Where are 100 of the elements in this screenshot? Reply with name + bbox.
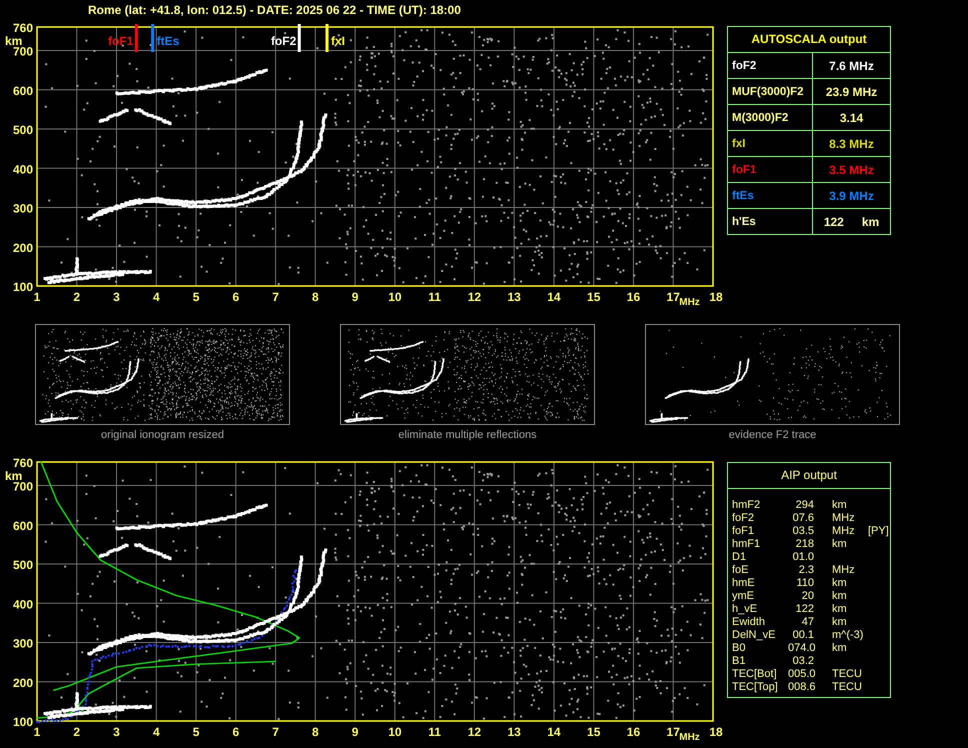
x-axis-unit: MHz [679, 732, 700, 742]
parameter-name: foF2 [732, 60, 756, 72]
x-tick-label: 6 [232, 725, 240, 739]
y-tick-label: 400 [12, 597, 33, 612]
y-tick-label: 760 [12, 21, 33, 35]
x-tick-label: 4 [152, 725, 160, 739]
parameter-name: B1 [732, 655, 746, 668]
parameter-unit: MHz [831, 512, 856, 525]
y-tick-label: 100 [12, 280, 33, 294]
x-tick-label: 11 [428, 290, 441, 304]
parameter-value: 07.6 [792, 512, 814, 525]
parameter-value: 01.0 [792, 551, 814, 564]
parameter-value: 23.9 MHz [826, 84, 878, 98]
parameter-value: 2.3 [798, 564, 814, 577]
marker-label: fxI [331, 34, 346, 48]
x-tick-label: 13 [508, 290, 521, 304]
parameter-value: 03.2 [792, 655, 814, 668]
parameter-name: TEC[Top] [732, 681, 779, 694]
parameter-name: hmF1 [732, 538, 762, 551]
x-tick-label: 9 [352, 725, 358, 739]
x-tick-label: 2 [73, 290, 80, 304]
parameter-name: ymE [732, 590, 755, 603]
x-tick-label: 10 [388, 725, 402, 739]
x-tick-label: 6 [232, 290, 240, 304]
parameter-name: MUF(3000)F2 [732, 86, 804, 98]
x-tick-label: 14 [547, 290, 561, 304]
x-tick-label: 7 [272, 725, 279, 739]
parameter-value: 7.6 MHz [829, 58, 874, 72]
parameter-name: ftEs [732, 190, 754, 202]
parameter-name: DelN_vE [732, 629, 776, 642]
x-tick-label: 12 [468, 725, 482, 739]
parameter-value: 294 [794, 499, 814, 512]
y-tick-label: 100 [12, 715, 33, 729]
marker-label: foF1 [108, 34, 134, 48]
parameter-unit: MHz [831, 564, 856, 577]
parameter-value: 8.3 MHz [829, 136, 874, 150]
x-axis-unit: MHz [679, 297, 700, 307]
parameter-unit: km [831, 538, 848, 551]
parameter-value: 110 [795, 577, 814, 590]
parameter-name: hmF2 [732, 499, 762, 512]
y-tick-label: 600 [12, 518, 33, 533]
parameter-name: h'Es [732, 216, 756, 228]
x-tick-label: 5 [192, 725, 200, 739]
x-tick-label: 3 [113, 290, 120, 304]
x-tick-label: 8 [312, 290, 319, 304]
parameter-name: B0 [732, 642, 746, 655]
parameter-unit: TECU [831, 681, 863, 694]
parameter-value: 008.6 [788, 681, 814, 694]
parameter-unit: km [831, 616, 848, 629]
marker-label: ftEs [156, 34, 180, 48]
x-tick-label: 18 [709, 725, 723, 739]
x-tick-label: 8 [312, 725, 319, 739]
parameter-unit: km [831, 577, 848, 590]
parameter-name: TEC[Bot] [732, 668, 778, 681]
thumbnail-caption: original ionogram resized [101, 429, 224, 441]
parameter-value: 03.5 [792, 525, 814, 538]
x-tick-label: 16 [626, 290, 640, 304]
parameter-unit: km [831, 590, 848, 603]
ionogram-title: Rome (lat: +41.8, lon: 012.5) - DATE: 2025 06 22 - TIME (UT): 18:00 [88, 3, 461, 17]
parameter-value: 3.14 [840, 110, 864, 124]
marker-label: foF2 [270, 34, 296, 48]
y-tick-label: 600 [12, 84, 33, 98]
parameter-name: Ewidth [732, 616, 766, 629]
thumbnail-caption: eliminate multiple reflections [398, 429, 537, 441]
parameter-value: 47 [800, 616, 814, 629]
x-tick-label: 11 [428, 725, 441, 739]
y-tick-label: 500 [12, 123, 33, 138]
parameter-name: foF1 [732, 525, 756, 538]
parameter-name: foF1 [732, 164, 756, 176]
x-tick-label: 15 [587, 725, 600, 739]
parameter-value: 122 [824, 214, 844, 228]
parameter-name: D1 [732, 551, 748, 564]
parameter-unit: km [831, 603, 848, 616]
parameter-value: 074.0 [788, 642, 814, 655]
x-tick-label: 7 [272, 290, 279, 304]
x-tick-label: 17 [666, 290, 680, 304]
y-tick-label: 500 [12, 558, 33, 572]
parameter-value: 122 [794, 603, 814, 616]
x-tick-label: 5 [192, 290, 200, 304]
parameter-name: h_vE [732, 603, 758, 616]
x-tick-label: 9 [352, 290, 358, 304]
y-tick-label: 200 [12, 676, 33, 690]
x-tick-label: 1 [34, 725, 40, 739]
thumbnail-caption: evidence F2 trace [728, 429, 816, 441]
x-tick-label: 10 [388, 290, 402, 304]
parameter-value: 3.9 MHz [829, 188, 874, 202]
parameter-name: foF2 [732, 512, 756, 525]
x-tick-label: 18 [709, 290, 723, 304]
parameter-unit: km [831, 642, 848, 655]
x-tick-label: 15 [587, 290, 600, 304]
y-tick-label: 200 [12, 240, 33, 255]
parameter-name: M(3000)F2 [732, 112, 788, 124]
x-tick-label: 3 [113, 725, 120, 739]
x-tick-label: 13 [508, 725, 521, 739]
x-tick-label: 17 [666, 725, 680, 739]
x-tick-label: 12 [468, 290, 482, 304]
panel-title: AUTOSCALA output [728, 27, 890, 53]
parameter-unit: MHz [831, 525, 856, 538]
x-tick-label: 16 [626, 725, 640, 739]
y-tick-label: 400 [12, 162, 33, 176]
